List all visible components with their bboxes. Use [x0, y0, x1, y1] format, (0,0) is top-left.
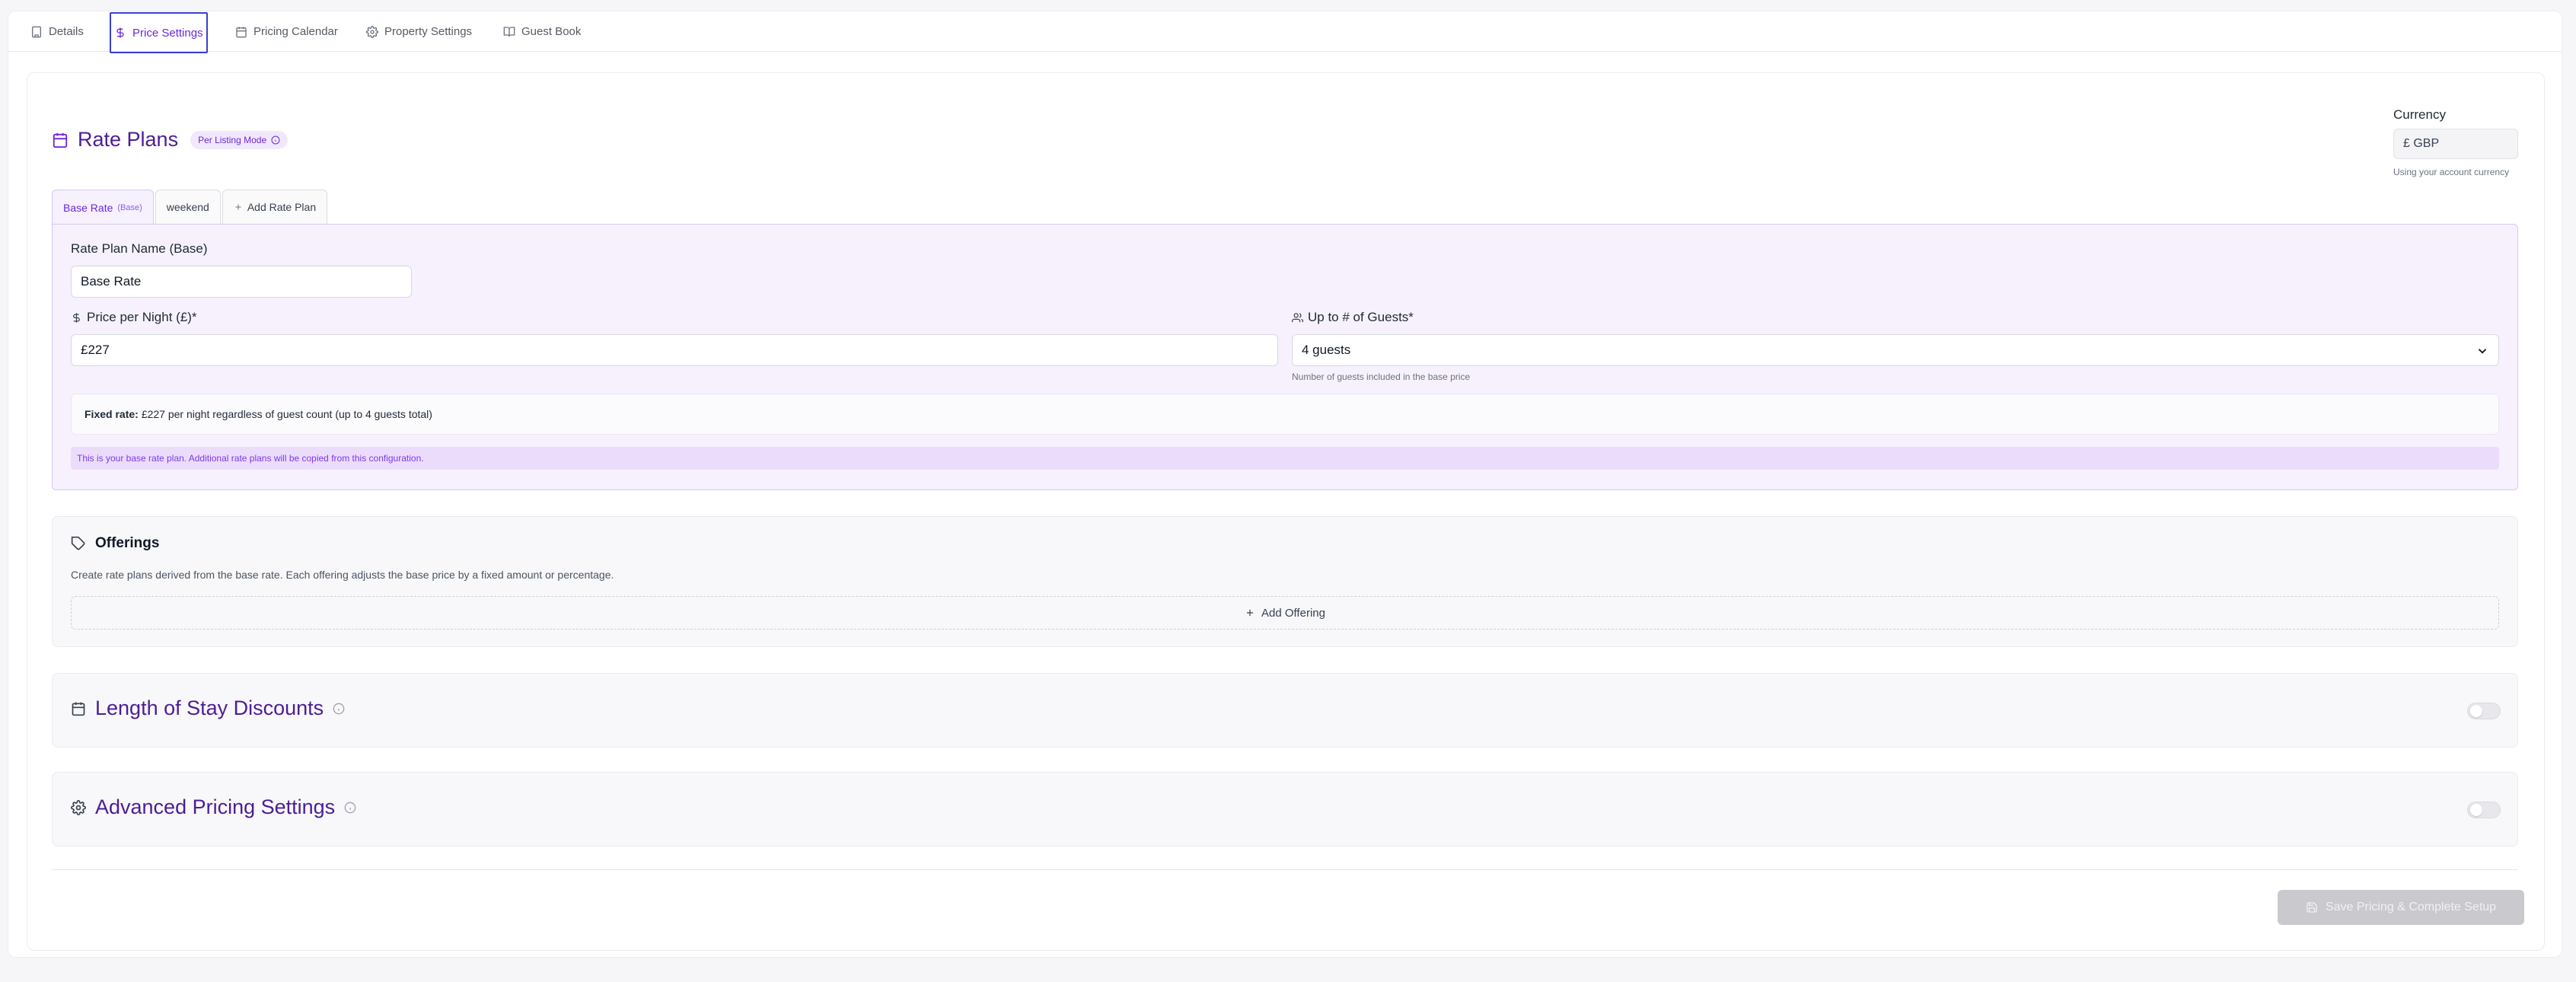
- save-icon: [2306, 901, 2318, 913]
- currency-help: Using your account currency: [2393, 167, 2510, 177]
- tab-pricing-calendar[interactable]: Pricing Calendar: [235, 11, 338, 52]
- advanced-pricing-title: Advanced Pricing Settings: [95, 795, 336, 818]
- tab-guest-book[interactable]: Guest Book: [503, 11, 581, 52]
- rate-plan-panel: Rate Plan Name (Base) Base Rate Price pe…: [52, 224, 2518, 490]
- info-icon: [271, 136, 280, 145]
- tag-icon: [71, 536, 86, 551]
- tab-price-settings[interactable]: Price Settings: [110, 12, 208, 53]
- rate-plan-tab-weekend[interactable]: weekend: [155, 190, 221, 224]
- advanced-pricing-header: Advanced Pricing Settings: [71, 795, 356, 819]
- currency-field: £ GBP: [2393, 129, 2518, 159]
- price-per-night-label: Price per Night (£)*: [71, 310, 197, 325]
- dollar-icon: [71, 312, 82, 324]
- plus-icon: [234, 202, 243, 212]
- plus-icon: [1245, 607, 1255, 618]
- advanced-pricing-toggle[interactable]: [2467, 802, 2501, 818]
- add-rate-plan-button[interactable]: Add Rate Plan: [222, 190, 328, 224]
- rate-plan-tabs: Base Rate (Base) weekend Add Rate Plan: [52, 190, 329, 225]
- tab-price-settings-label: Price Settings: [132, 26, 203, 40]
- tab-details[interactable]: Details: [30, 11, 84, 52]
- calendar-icon: [71, 701, 86, 716]
- main-card: Details Price Settings Pricing Calendar …: [8, 11, 2562, 958]
- listing-mode-label: Per Listing Mode: [198, 134, 267, 145]
- rate-plan-tab-base-sub: (Base): [117, 202, 142, 212]
- offerings-header: Offerings: [71, 535, 159, 552]
- add-offering-button[interactable]: Add Offering: [71, 596, 2499, 630]
- building-icon: [30, 26, 43, 38]
- gear-icon: [366, 25, 378, 38]
- gear-icon: [71, 799, 86, 815]
- fixed-rate-summary: Fixed rate: £227 per night regardless of…: [71, 394, 2499, 435]
- fixed-rate-text: £227 per night regardless of guest count…: [141, 408, 432, 420]
- info-icon[interactable]: [333, 703, 345, 715]
- base-plan-note: This is your base rate plan. Additional …: [71, 447, 2499, 470]
- top-tab-bar: Details Price Settings Pricing Calendar …: [8, 11, 2562, 53]
- rate-plan-name-input[interactable]: Base Rate: [71, 266, 412, 298]
- tab-pricing-calendar-label: Pricing Calendar: [253, 25, 338, 38]
- save-pricing-label: Save Pricing & Complete Setup: [2325, 901, 2497, 913]
- max-guests-select[interactable]: 4 guests: [1292, 334, 2499, 366]
- tab-details-label: Details: [49, 25, 84, 38]
- rate-plans-header: Rate Plans Per Listing Mode: [52, 128, 289, 151]
- footer-divider: [52, 869, 2518, 870]
- tab-property-settings[interactable]: Property Settings: [366, 11, 472, 52]
- toggle-knob: [2470, 705, 2482, 717]
- calendar-icon: [52, 132, 69, 148]
- add-rate-plan-label: Add Rate Plan: [247, 201, 317, 213]
- currency-block: Currency £ GBP Using your account curren…: [2393, 107, 2523, 177]
- add-offering-label: Add Offering: [1261, 606, 1325, 620]
- info-icon[interactable]: [344, 802, 356, 814]
- rate-plans-title: Rate Plans: [78, 128, 179, 151]
- rate-plan-tab-weekend-label: weekend: [166, 201, 209, 213]
- price-settings-panel: Rate Plans Per Listing Mode Currency £ G…: [27, 72, 2545, 951]
- length-of-stay-title: Length of Stay Discounts: [95, 697, 324, 719]
- max-guests-label: Up to # of Guests*: [1292, 310, 1414, 325]
- price-per-night-label-text: Price per Night (£)*: [87, 310, 197, 324]
- fixed-rate-prefix: Fixed rate:: [84, 408, 139, 420]
- tab-property-settings-label: Property Settings: [384, 25, 473, 38]
- listing-mode-badge[interactable]: Per Listing Mode: [190, 130, 289, 149]
- advanced-pricing-section: Advanced Pricing Settings: [52, 772, 2518, 846]
- save-pricing-button[interactable]: Save Pricing & Complete Setup: [2278, 890, 2524, 925]
- max-guests-label-text: Up to # of Guests*: [1308, 310, 1414, 324]
- length-of-stay-section: Length of Stay Discounts: [52, 673, 2518, 748]
- offerings-description: Create rate plans derived from the base …: [71, 569, 614, 581]
- toggle-knob: [2470, 804, 2482, 816]
- price-per-night-input[interactable]: £227: [71, 334, 1278, 366]
- length-of-stay-header: Length of Stay Discounts: [71, 697, 345, 720]
- users-icon: [1292, 312, 1303, 324]
- dollar-icon: [114, 27, 126, 39]
- max-guests-help: Number of guests included in the base pr…: [1292, 371, 1471, 382]
- tab-guest-book-label: Guest Book: [521, 25, 582, 38]
- calendar-icon: [235, 26, 247, 38]
- max-guests-value: 4 guests: [1302, 343, 1351, 357]
- currency-label: Currency: [2393, 107, 2446, 122]
- offerings-title: Offerings: [95, 535, 160, 551]
- rate-plan-tab-base-label: Base Rate: [63, 201, 113, 214]
- chevron-down-icon: [2476, 344, 2489, 358]
- length-of-stay-toggle[interactable]: [2467, 703, 2501, 719]
- offerings-section: Offerings Create rate plans derived from…: [52, 516, 2518, 647]
- rate-plan-name-label: Rate Plan Name (Base): [71, 241, 208, 256]
- book-icon: [503, 26, 515, 38]
- rate-plan-tab-base[interactable]: Base Rate (Base): [52, 190, 154, 225]
